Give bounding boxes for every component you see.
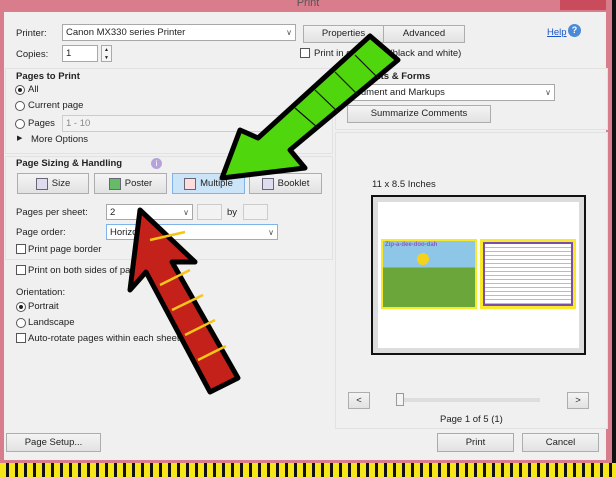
red-arrow <box>127 207 241 395</box>
annotation-arrows <box>127 33 401 395</box>
green-arrow <box>219 33 401 181</box>
